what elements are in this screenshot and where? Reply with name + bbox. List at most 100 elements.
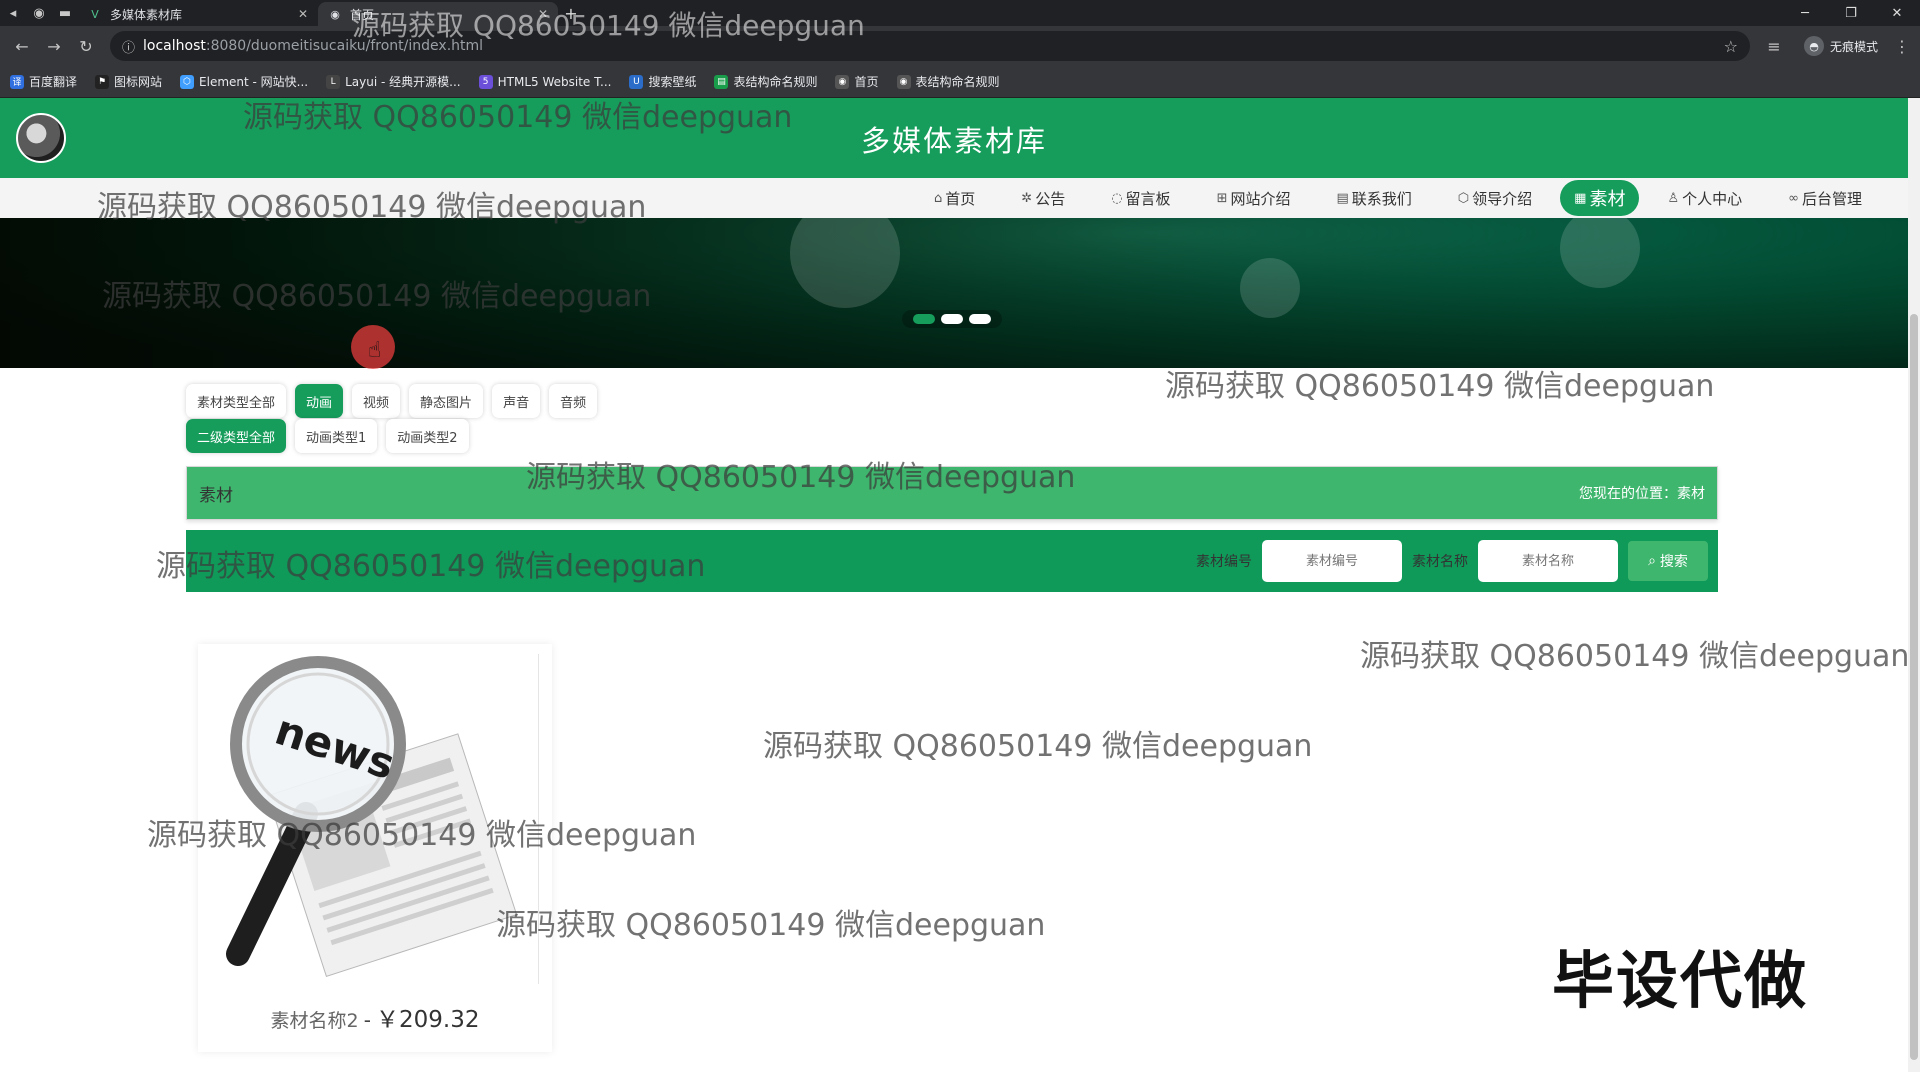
tab-label: 首页 bbox=[350, 7, 375, 22]
bookmark-item[interactable]: 5 HTML5 Website T... bbox=[478, 74, 612, 89]
material-icon: ▦ bbox=[1574, 190, 1587, 206]
nav-user-center[interactable]: ♙ 个人中心 bbox=[1649, 180, 1760, 216]
nav-leader-intro[interactable]: ⬡ 领导介绍 bbox=[1440, 180, 1550, 216]
product-name: 素材名称2 bbox=[270, 1010, 359, 1032]
magnifier-news-illustration: news bbox=[226, 656, 518, 978]
html5-icon: 5 bbox=[478, 74, 493, 89]
browser-tab-0[interactable]: V 多媒体素材库 ✕ bbox=[78, 2, 318, 26]
info-icon[interactable]: ⓘ bbox=[122, 37, 135, 56]
url-field[interactable]: ⓘ localhost :8080/duomeitisucaiku/front/… bbox=[110, 31, 1750, 61]
close-icon[interactable]: ✕ bbox=[538, 7, 548, 21]
element-icon: ⬡ bbox=[180, 74, 195, 89]
new-tab-button[interactable]: + bbox=[558, 4, 584, 23]
contact-icon: ▤ bbox=[1336, 190, 1349, 206]
image-edge-strip bbox=[538, 654, 542, 984]
nav-label: 留言板 bbox=[1125, 189, 1171, 208]
filter-type-image[interactable]: 静态图片 bbox=[409, 384, 484, 418]
tab-label: 多媒体素材库 bbox=[110, 7, 183, 22]
nav-material[interactable]: ▦ 素材 bbox=[1560, 180, 1640, 216]
nav-admin[interactable]: ∞ 后台管理 bbox=[1770, 180, 1880, 216]
bookmark-label: 表结构命名规则 bbox=[915, 75, 1000, 89]
promo-stamp: 毕设代做 bbox=[1552, 944, 1809, 1017]
code-input[interactable] bbox=[1262, 540, 1402, 582]
filter-subtype-1[interactable]: 动画类型1 bbox=[295, 419, 378, 453]
vue-icon: V bbox=[91, 7, 99, 21]
filter-type-all[interactable]: 素材类型全部 bbox=[186, 384, 287, 418]
carousel-indicator bbox=[902, 310, 1002, 328]
star-icon[interactable]: ☆ bbox=[1724, 37, 1738, 56]
search-button[interactable]: ⌕ 搜索 bbox=[1628, 541, 1708, 581]
bookmark-item[interactable]: L Layui - 经典开源模... bbox=[326, 73, 461, 90]
back-icon[interactable]: ← bbox=[6, 37, 38, 56]
bookmark-item[interactable]: ◉ 表结构命名规则 bbox=[896, 73, 1000, 90]
menu-icon[interactable]: ⋮ bbox=[1886, 37, 1918, 56]
bookmark-item[interactable]: 译百度翻译 bbox=[10, 73, 77, 90]
bookmark-item[interactable]: ◉ 首页 bbox=[835, 73, 879, 90]
bookmark-label: HTML5 Website T... bbox=[497, 74, 612, 89]
leader-icon: ⬡ bbox=[1457, 190, 1470, 206]
flag-icon: ⚑ bbox=[95, 74, 110, 89]
nav-label: 联系我们 bbox=[1351, 189, 1412, 208]
carousel-dot[interactable] bbox=[969, 314, 991, 324]
wallpaper-icon: U bbox=[629, 74, 644, 89]
message-icon: ◌ bbox=[1111, 190, 1123, 206]
nav-label: 公告 bbox=[1035, 189, 1066, 208]
nav-message-board[interactable]: ◌ 留言板 bbox=[1093, 180, 1188, 216]
nav-contact[interactable]: ▤ 联系我们 bbox=[1318, 180, 1429, 216]
product-image[interactable]: news bbox=[208, 654, 542, 994]
nav-announcement[interactable]: ✲ 公告 bbox=[1003, 180, 1083, 216]
main-nav: ⌂ 首页 ✲ 公告 ◌ 留言板 ⊞ 网站介绍 ▤ 联系我们 ⬡ 领导介绍 ▦ 素材 ♙ 个人中心… bbox=[0, 178, 1908, 218]
carousel-dot[interactable] bbox=[941, 314, 963, 324]
bookmark-label: Layui - 经典开源模... bbox=[345, 75, 461, 89]
window-icon[interactable]: ▬ bbox=[52, 0, 78, 26]
minimize-icon[interactable]: ─ bbox=[1782, 6, 1828, 21]
nav-site-intro[interactable]: ⊞ 网站介绍 bbox=[1199, 180, 1309, 216]
bookmark-label: 搜索壁纸 bbox=[648, 75, 697, 89]
banner-carousel[interactable] bbox=[0, 218, 1908, 368]
bookmark-label: 图标网站 bbox=[114, 75, 163, 89]
section-title: 素材 bbox=[199, 485, 233, 506]
globe-icon[interactable]: ◉ bbox=[26, 0, 52, 26]
bookmark-item[interactable]: ⚑ 图标网站 bbox=[95, 73, 162, 90]
nav-label: 领导介绍 bbox=[1472, 189, 1533, 208]
incognito-icon: ◓ bbox=[1804, 36, 1824, 56]
carousel-dot[interactable] bbox=[913, 314, 935, 324]
browser-tab-1[interactable]: ◉ 首页 ✕ bbox=[318, 2, 558, 26]
audio-icon[interactable]: ◂ bbox=[0, 0, 26, 26]
type-filter: 素材类型全部 动画 视频 静态图片 声音 音频 bbox=[186, 384, 598, 418]
filter-type-video[interactable]: 视频 bbox=[352, 384, 401, 418]
nav-label: 首页 bbox=[945, 189, 976, 208]
product-card[interactable]: news 素材名称2 - ￥209.32 bbox=[198, 644, 552, 1052]
forward-icon[interactable]: → bbox=[38, 37, 70, 56]
address-bar-row: ← → ↻ ⓘ localhost :8080/duomeitisucaiku/… bbox=[0, 26, 1920, 66]
restore-icon[interactable]: ❐ bbox=[1828, 6, 1874, 21]
incognito-label: 无痕模式 bbox=[1830, 39, 1879, 54]
close-icon[interactable]: ✕ bbox=[298, 7, 308, 21]
filter-type-animation[interactable]: 动画 bbox=[295, 384, 344, 418]
page-scrollbar[interactable] bbox=[1908, 98, 1920, 1072]
reading-list-icon[interactable]: ≡ bbox=[1758, 37, 1790, 56]
nav-home[interactable]: ⌂ 首页 bbox=[916, 180, 993, 216]
incognito-indicator[interactable]: ◓ 无痕模式 bbox=[1804, 36, 1878, 56]
reload-icon[interactable]: ↻ bbox=[70, 37, 102, 56]
filter-type-audio[interactable]: 音频 bbox=[549, 384, 598, 418]
filter-subtype-all[interactable]: 二级类型全部 bbox=[186, 419, 287, 453]
search-button-label: 搜索 bbox=[1659, 554, 1688, 570]
product-caption: 素材名称2 - ￥209.32 bbox=[198, 1000, 552, 1034]
url-host: localhost bbox=[143, 38, 206, 54]
bookmark-item[interactable]: U 搜索壁纸 bbox=[629, 73, 696, 90]
web-page: 多媒体素材库 ⌂ 首页 ✲ 公告 ◌ 留言板 ⊞ 网站介绍 ▤ 联系我们 ⬡ 领导介绍 ▦ 素… bbox=[0, 98, 1908, 1072]
name-input[interactable] bbox=[1478, 540, 1618, 582]
bookmark-item[interactable]: ⬡ Element - 网站快... bbox=[180, 73, 308, 90]
filter-subtype-2[interactable]: 动画类型2 bbox=[386, 419, 469, 453]
bookmark-item[interactable]: ▤ 表结构命名规则 bbox=[714, 73, 817, 90]
bookmarks-bar: 译百度翻译 ⚑ 图标网站 ⬡ Element - 网站快... L Layui - 经… bbox=[0, 66, 1920, 98]
close-window-icon[interactable]: ✕ bbox=[1874, 6, 1920, 21]
filter-type-sound[interactable]: 声音 bbox=[492, 384, 541, 418]
bookmark-label: 百度翻译 bbox=[29, 75, 78, 89]
scrollbar-thumb[interactable] bbox=[1910, 314, 1918, 1060]
location-text: 您现在的位置：素材 bbox=[1579, 486, 1705, 502]
nav-label: 网站介绍 bbox=[1230, 189, 1291, 208]
search-bar: 素材编号 素材名称 ⌕ 搜索 bbox=[186, 530, 1718, 592]
link-icon: ∞ bbox=[1788, 190, 1799, 206]
